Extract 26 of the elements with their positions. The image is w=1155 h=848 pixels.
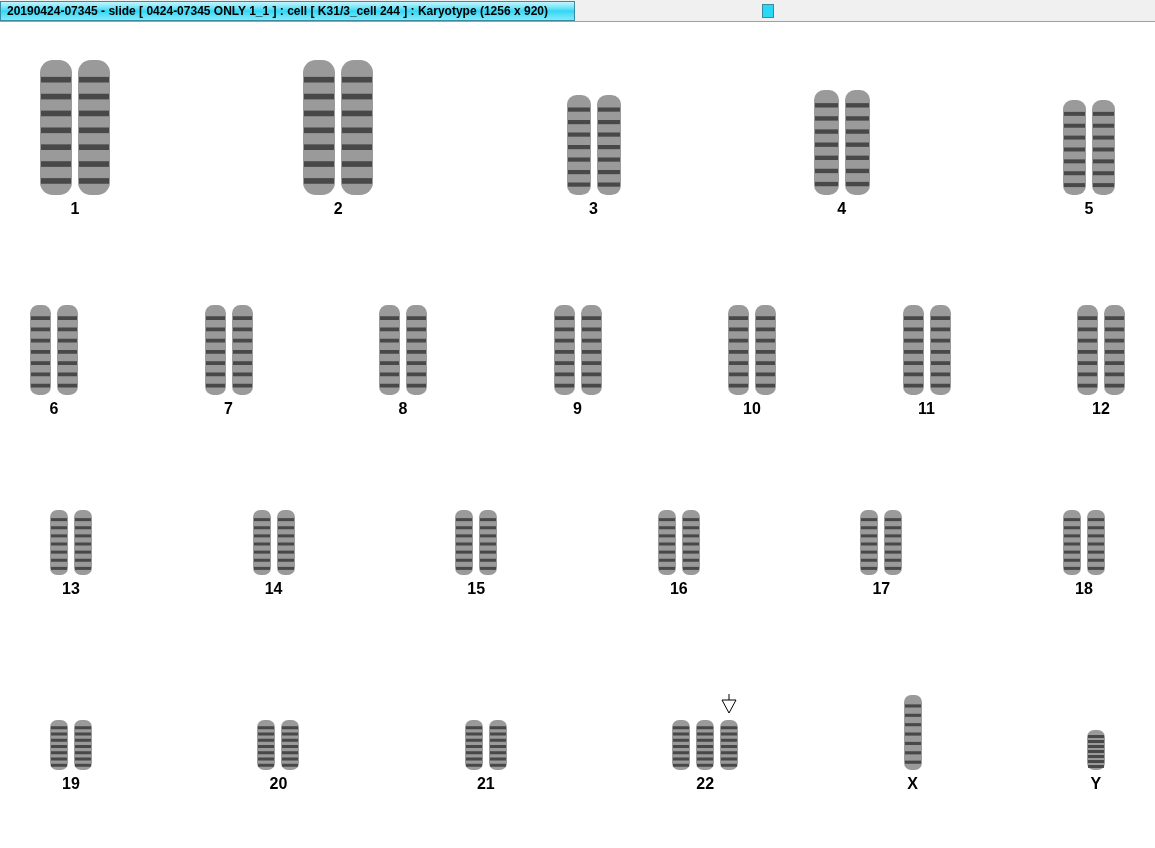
chromosome-label: 10 [743, 401, 761, 417]
chromosome-label: 21 [476, 776, 495, 792]
chromosome-label: 12 [1092, 401, 1110, 417]
chromosome-label: 4 [837, 201, 847, 217]
chromosome-label: 11 [918, 401, 935, 417]
chromosome-label: Y [1090, 776, 1102, 792]
chromosome-label: 5 [1084, 201, 1094, 217]
chromosome-label: 18 [1075, 581, 1093, 597]
chromosome-label: 22 [696, 776, 715, 792]
chromosome-label: 14 [264, 581, 283, 597]
window-title: 20190424-07345 - slide [ 0424-07345 ONLY 1_1 ] : cell [ K31/3_cell 244 ] : Karyotype (1256 x 920) [0, 0, 575, 21]
chromosome-label: 9 [573, 401, 582, 417]
scroll-thumb[interactable] [762, 3, 774, 18]
chromosome-label: 13 [62, 581, 80, 597]
chromosome-label: 3 [589, 201, 598, 217]
chromosome-label: 15 [467, 581, 486, 597]
chromosome-label: 20 [269, 776, 288, 792]
chromosome-label: 17 [872, 581, 891, 597]
chromosome-label: 6 [49, 401, 59, 417]
chromosome-label: 19 [62, 776, 80, 792]
chromosome-label: X [907, 776, 918, 792]
chromosome-label: 7 [224, 401, 233, 417]
chromosome-label: 16 [669, 581, 688, 597]
chromosome-label: 1 [70, 201, 80, 217]
chromosome-label: 8 [398, 401, 408, 417]
chromosome-label: 2 [333, 201, 343, 217]
